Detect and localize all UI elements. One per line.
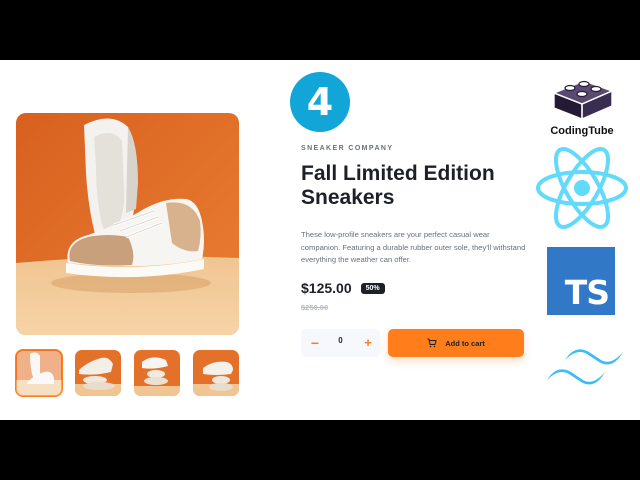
- product-title: Fall Limited Edition Sneakers: [301, 162, 495, 209]
- episode-number-badge: 4: [290, 72, 350, 132]
- react-logo: [536, 147, 628, 229]
- original-price: $250.00: [301, 303, 329, 312]
- add-to-cart-button[interactable]: Add to cart: [388, 329, 524, 357]
- codingtube-logo: CodingTube: [540, 73, 624, 137]
- channel-name: CodingTube: [550, 125, 614, 137]
- sneaker-image: [16, 113, 239, 335]
- company-label: SNEAKER COMPANY: [301, 145, 394, 152]
- letterbox-top: [0, 0, 640, 60]
- typescript-logo-text: TS: [564, 273, 610, 312]
- thumbnail-strip: [15, 349, 239, 397]
- lego-brick-icon: [552, 80, 614, 121]
- typescript-logo: TS: [547, 247, 615, 315]
- thumbnail-2[interactable]: [75, 350, 121, 396]
- discount-badge: 50%: [360, 282, 385, 294]
- price-row: $125.00 50%: [301, 278, 385, 298]
- decrease-quantity-button[interactable]: −: [307, 335, 323, 351]
- thumbnail-3[interactable]: [134, 350, 180, 396]
- product-description: These low-profile sneakers are your perf…: [301, 230, 526, 265]
- cart-icon: [427, 338, 437, 348]
- tailwind-logo: [547, 349, 623, 385]
- current-price: $125.00: [301, 280, 352, 296]
- product-main-image[interactable]: [16, 113, 239, 335]
- thumbnail-4[interactable]: [193, 350, 239, 396]
- add-to-cart-label: Add to cart: [445, 338, 485, 348]
- quantity-value: 0: [338, 336, 343, 345]
- letterbox-bottom: [0, 420, 640, 480]
- quantity-stepper: − 0 +: [301, 329, 380, 357]
- product-page: 4 SNEAKER COMPANY Fall Limited Edition S…: [0, 60, 640, 420]
- thumbnail-1[interactable]: [15, 349, 63, 397]
- increase-quantity-button[interactable]: +: [360, 335, 376, 351]
